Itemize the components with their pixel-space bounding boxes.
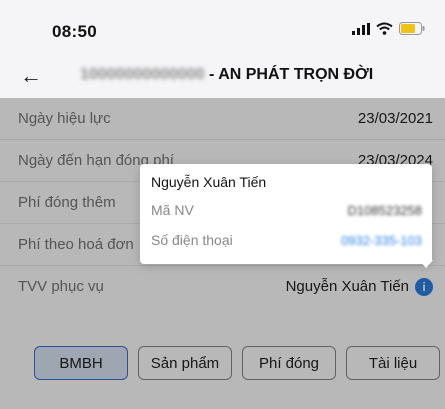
- tab-phi-dong[interactable]: Phí đóng: [242, 346, 336, 380]
- bottom-tab-bar: BMBH Sản phẩm Phí đóng Tài liệu: [0, 318, 445, 409]
- battery-icon: [399, 22, 425, 40]
- employee-id-label: Mã NV: [151, 202, 194, 218]
- tab-group: BMBH Sản phẩm Phí đóng Tài liệu: [34, 346, 440, 380]
- product-name: - AN PHÁT TRỌN ĐỜI: [204, 66, 374, 83]
- tab-san-pham[interactable]: Sản phẩm: [138, 346, 232, 380]
- detail-label: Ngày hiệu lực: [18, 110, 111, 127]
- nav-bar: ← 10000000000000 - AN PHÁT TRỌN ĐỜI: [0, 56, 445, 98]
- popover-arrow: [419, 260, 433, 268]
- detail-label: Phí theo hoá đơn: [18, 236, 134, 253]
- tab-tai-lieu[interactable]: Tài liệu: [346, 346, 440, 380]
- detail-value: 23/03/2021: [357, 110, 433, 127]
- detail-row: Ngày hiệu lực 23/03/2021: [0, 98, 445, 140]
- signal-icon: [352, 22, 370, 40]
- status-time: 08:50: [52, 22, 97, 41]
- detail-value: Nguyễn Xuân Tiến i: [285, 278, 433, 297]
- info-icon[interactable]: i: [415, 278, 433, 297]
- advisor-popover-name: Nguyễn Xuân Tiến: [151, 174, 267, 190]
- advisor-name: Nguyễn Xuân Tiến: [285, 278, 409, 295]
- policy-number: 10000000000000: [80, 66, 205, 83]
- status-bar: 08:50: [0, 0, 445, 56]
- wifi-icon: [376, 22, 393, 40]
- phone-value[interactable]: 0932-335-103: [341, 233, 422, 248]
- policy-detail-screen: 08:50 ← 10000000000000 - AN PHÁT TRỌN ĐỜ…: [0, 0, 445, 409]
- advisor-info-popover: Nguyễn Xuân Tiến Mã NV D108523258 Số điệ…: [140, 164, 433, 268]
- tab-bmbh[interactable]: BMBH: [34, 346, 128, 380]
- phone-label: Số điện thoại: [151, 232, 233, 248]
- back-arrow-icon[interactable]: ←: [20, 62, 42, 90]
- employee-id-value: D108523258: [347, 203, 422, 218]
- detail-row: TVV phục vụ Nguyễn Xuân Tiến i: [0, 266, 445, 308]
- detail-label: TVV phục vụ: [18, 278, 104, 295]
- detail-label: Phí đóng thêm: [18, 194, 116, 211]
- page-title: 10000000000000 - AN PHÁT TRỌN ĐỜI: [80, 66, 373, 84]
- status-icons: [352, 22, 425, 40]
